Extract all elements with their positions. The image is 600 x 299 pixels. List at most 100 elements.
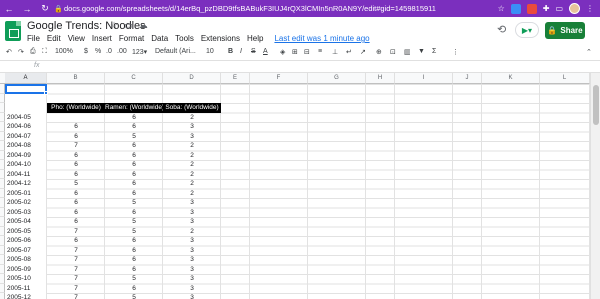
menu-help[interactable]: Help <box>247 34 263 43</box>
value-cell[interactable]: 6 <box>105 179 163 189</box>
date-cell[interactable]: 2004-11 <box>5 170 47 180</box>
sidebar-icon[interactable]: ▭ <box>555 4 563 13</box>
value-cell[interactable]: 6 <box>47 189 105 199</box>
star-icon[interactable]: ☆ <box>110 20 118 31</box>
date-cell[interactable]: 2005-02 <box>5 198 47 208</box>
value-cell[interactable]: 6 <box>105 151 163 161</box>
value-cell[interactable]: 6 <box>105 236 163 246</box>
insert-link-icon[interactable]: ⊕ <box>376 48 382 56</box>
value-cell[interactable]: 6 <box>105 141 163 151</box>
paint-format-icon[interactable]: ⛶ <box>42 48 47 56</box>
value-cell[interactable]: 5 <box>105 132 163 142</box>
functions-icon[interactable]: Σ <box>432 48 436 55</box>
value-cell[interactable]: 5 <box>105 227 163 237</box>
insert-comment-icon[interactable]: ⊡ <box>390 48 396 56</box>
column-header-f[interactable]: F <box>250 73 308 84</box>
value-cell[interactable]: 6 <box>105 113 163 123</box>
value-cell[interactable]: 3 <box>163 284 221 294</box>
borders-icon[interactable]: ⊞ <box>292 48 298 56</box>
value-cell[interactable]: 2 <box>163 151 221 161</box>
decrease-decimal-button[interactable]: .0 <box>106 48 112 55</box>
date-cell[interactable]: 2005-08 <box>5 255 47 265</box>
value-cell[interactable]: 5 <box>105 217 163 227</box>
text-rotate-icon[interactable]: ↗ <box>360 48 366 56</box>
avatar[interactable] <box>569 3 580 14</box>
header-cell[interactable]: Ramen: (Worldwide) <box>105 103 164 113</box>
date-cell[interactable]: 2005-05 <box>5 227 47 237</box>
value-cell[interactable]: 3 <box>163 198 221 208</box>
value-cell[interactable]: 3 <box>163 132 221 142</box>
vertical-align-icon[interactable]: ⊥ <box>332 48 338 56</box>
back-icon[interactable]: ← <box>0 4 18 14</box>
strikethrough-button[interactable]: S <box>251 48 256 55</box>
vertical-scrollbar[interactable] <box>590 73 600 299</box>
row-header[interactable] <box>0 93 5 103</box>
date-cell[interactable]: 2004-09 <box>5 151 47 161</box>
value-cell[interactable]: 6 <box>47 217 105 227</box>
share-button[interactable]: 🔒 Share <box>545 22 585 39</box>
filter-icon[interactable]: ▼ <box>418 48 425 55</box>
menu-insert[interactable]: Insert <box>92 34 112 43</box>
increase-decimal-button[interactable]: .00 <box>117 48 127 55</box>
menu-file[interactable]: File <box>27 34 40 43</box>
value-cell[interactable]: 6 <box>47 122 105 132</box>
value-cell[interactable]: 6 <box>105 122 163 132</box>
value-cell[interactable]: 6 <box>47 208 105 218</box>
bookmark-star-icon[interactable]: ☆ <box>498 4 505 13</box>
date-cell[interactable]: 2005-07 <box>5 246 47 256</box>
redo-icon[interactable]: ↷ <box>18 48 24 56</box>
forward-icon[interactable]: → <box>18 4 36 14</box>
percent-button[interactable]: % <box>95 48 101 55</box>
horizontal-align-icon[interactable]: ≡ <box>318 48 322 55</box>
more-icon[interactable]: ⋮ <box>452 48 459 56</box>
value-cell[interactable]: 5 <box>105 293 163 299</box>
text-wrap-icon[interactable]: ↵ <box>346 48 352 56</box>
value-cell[interactable]: 7 <box>47 141 105 151</box>
value-cell[interactable]: 6 <box>105 284 163 294</box>
collapse-toolbar-icon[interactable]: ⌃ <box>586 48 592 56</box>
menu-data[interactable]: Data <box>151 34 168 43</box>
value-cell[interactable]: 6 <box>47 170 105 180</box>
cloud-status-icon[interactable]: ☁ <box>139 20 148 31</box>
value-cell[interactable]: 7 <box>47 227 105 237</box>
date-cell[interactable]: 2005-03 <box>5 208 47 218</box>
sheets-logo-icon[interactable] <box>5 21 21 41</box>
value-cell[interactable]: 3 <box>163 208 221 218</box>
value-cell[interactable]: 2 <box>163 189 221 199</box>
column-header-c[interactable]: C <box>105 73 163 84</box>
value-cell[interactable]: 6 <box>47 236 105 246</box>
value-cell[interactable]: 6 <box>105 208 163 218</box>
print-icon[interactable]: ⎙ <box>30 48 36 56</box>
date-cell[interactable]: 2004-07 <box>5 132 47 142</box>
number-format-select[interactable]: 123▾ <box>132 48 147 56</box>
insert-chart-icon[interactable]: ▥ <box>404 48 411 56</box>
header-cell[interactable]: Pho: (Worldwide) <box>47 103 105 113</box>
header-cell[interactable]: Soba: (Worldwide) <box>163 103 221 113</box>
value-cell[interactable]: 6 <box>105 160 163 170</box>
date-cell[interactable]: 2005-11 <box>5 284 47 294</box>
value-cell[interactable]: 6 <box>47 160 105 170</box>
column-header-a[interactable]: A <box>5 73 47 84</box>
reload-icon[interactable]: ↻ <box>36 3 54 14</box>
value-cell[interactable]: 2 <box>163 179 221 189</box>
value-cell[interactable]: 3 <box>163 293 221 299</box>
value-cell[interactable]: 6 <box>105 255 163 265</box>
value-cell[interactable]: 3 <box>163 274 221 284</box>
value-cell[interactable]: 3 <box>163 122 221 132</box>
value-cell[interactable]: 3 <box>163 255 221 265</box>
zoom-select[interactable]: 100% <box>55 48 73 55</box>
merge-cells-icon[interactable]: ⊟ <box>304 48 310 56</box>
fill-handle[interactable] <box>44 91 48 95</box>
value-cell[interactable]: 6 <box>47 151 105 161</box>
scrollbar-thumb[interactable] <box>593 85 599 125</box>
date-cell[interactable]: 2004-06 <box>5 122 47 132</box>
last-edit-link[interactable]: Last edit was 1 minute ago <box>274 34 369 43</box>
spreadsheet-grid[interactable]: ABCDEFGHIJKL Pho: (Worldwide) Ramen: (Wor… <box>0 73 600 299</box>
value-cell[interactable]: 2 <box>163 170 221 180</box>
column-header-k[interactable]: K <box>482 73 540 84</box>
italic-button[interactable]: I <box>240 48 242 55</box>
active-cell-selection[interactable] <box>5 84 47 94</box>
date-cell[interactable]: 2005-10 <box>5 274 47 284</box>
extension-icon[interactable] <box>510 3 521 14</box>
date-cell[interactable]: 2005-12 <box>5 293 47 299</box>
